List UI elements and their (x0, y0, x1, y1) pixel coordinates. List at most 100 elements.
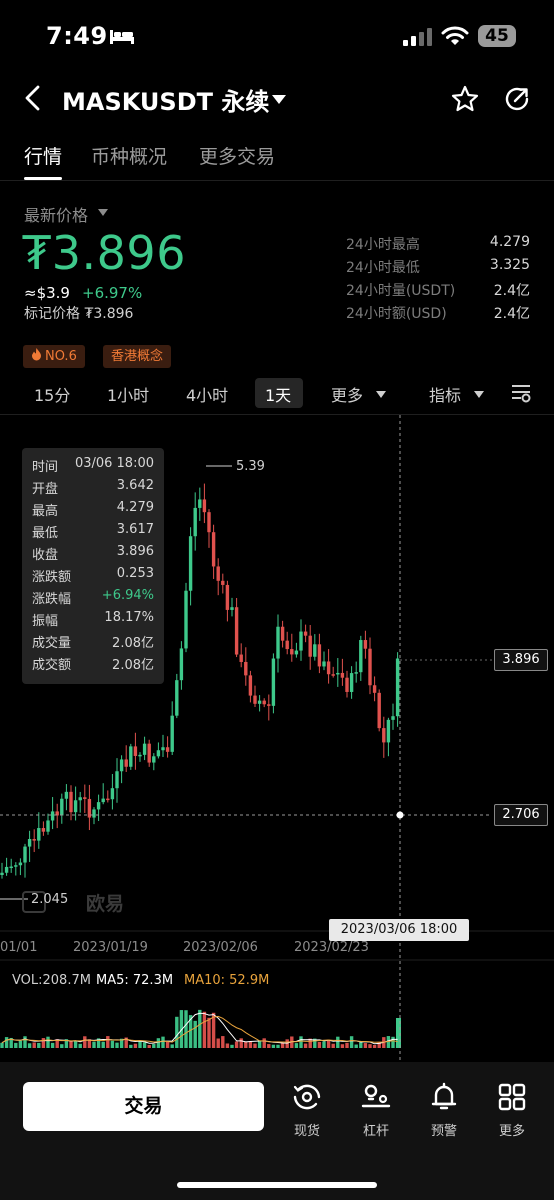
candle-body (156, 750, 161, 757)
interval-1d[interactable]: 1天 (265, 382, 291, 406)
tab-more-trading[interactable]: 更多交易 (199, 142, 275, 169)
volume-bar (78, 1043, 82, 1048)
battery-indicator: 45 (478, 25, 516, 47)
nav-more[interactable]: 更多 (486, 1082, 538, 1139)
volume-ma10: MA10: 52.9M (184, 973, 270, 988)
candle-body (221, 580, 225, 585)
volume-bar (0, 1042, 4, 1048)
usd-approx-price: ≈$3.9 (24, 284, 70, 302)
candle-body (290, 649, 294, 655)
indicator-caret-icon[interactable] (474, 391, 484, 398)
latest-price-label[interactable]: 最新价格 (24, 202, 88, 226)
volume-bar (317, 1041, 322, 1048)
volume-bar (340, 1044, 345, 1048)
volume-bar (359, 1042, 363, 1048)
volume-bar (147, 1044, 151, 1048)
volume-bar (18, 1040, 23, 1048)
volume-bar (184, 1010, 188, 1048)
volume-value: VOL:208.7M (12, 973, 91, 988)
tab-coin-overview[interactable]: 币种概况 (91, 142, 167, 169)
interval-1h[interactable]: 1小时 (107, 382, 149, 406)
tooltip-value: 3.642 (116, 478, 154, 493)
volume-bar (27, 1043, 32, 1048)
bell-icon (431, 1082, 457, 1110)
volume-bar (46, 1036, 50, 1048)
volume-bar (368, 1044, 372, 1048)
interval-4h[interactable]: 4小时 (186, 382, 228, 406)
candle-body (285, 640, 289, 650)
candle-body (216, 566, 220, 581)
candle-body (96, 802, 101, 810)
tooltip-label: 成交额 (32, 658, 72, 673)
candle-body (386, 719, 391, 743)
favorite-star-icon[interactable] (450, 84, 480, 114)
tooltip-value: 2.08亿 (112, 636, 154, 651)
candle-body (147, 743, 151, 763)
chart-low-label: 2.045 (31, 892, 69, 907)
candle-body (152, 756, 156, 763)
stat-value-24h-high: 4.279 (489, 234, 530, 250)
share-icon[interactable] (502, 84, 532, 114)
stat-value-24h-volume: 2.4亿 (493, 283, 530, 299)
pair-title[interactable]: MASKUSDT 永续 (62, 82, 269, 117)
candle-body (110, 788, 115, 800)
tab-market[interactable]: 行情 (24, 142, 62, 169)
candle-body (23, 846, 27, 863)
interval-more-caret-icon[interactable] (376, 391, 386, 398)
candle-tooltip: 时间 03/06 18:00 开盘 3.642 最高 4.279 最低 3.61… (22, 448, 164, 684)
trade-button[interactable]: 交易 (23, 1082, 264, 1131)
interval-more[interactable]: 更多 (331, 382, 363, 406)
status-time: 7:49 (46, 22, 108, 50)
price-type-caret-icon[interactable] (98, 209, 108, 216)
volume-bar (129, 1044, 133, 1048)
candle-body (299, 631, 303, 651)
tooltip-value: 18.17% (104, 610, 154, 625)
tooltip-label: 收盘 (32, 548, 59, 563)
tabs-divider (0, 180, 554, 181)
volume-bar (248, 1041, 253, 1048)
candle-body (340, 672, 345, 678)
candle-body (331, 674, 335, 676)
candle-body (317, 644, 322, 667)
candle-body (175, 680, 179, 716)
volume-bar (152, 1044, 156, 1048)
nav-alerts-label: 预警 (430, 1124, 457, 1139)
volume-bar (221, 1036, 225, 1048)
indicator-button[interactable]: 指标 (429, 382, 461, 406)
candle-body (142, 743, 147, 755)
rank-tag[interactable]: NO.6 (23, 345, 85, 368)
back-arrow-icon[interactable] (22, 84, 44, 112)
volume-bar (142, 1042, 147, 1048)
tooltip-value: 2.08亿 (112, 658, 154, 673)
candle-body (391, 716, 395, 720)
cellular-signal-icon (403, 28, 432, 46)
pair-dropdown-caret-icon[interactable] (272, 95, 286, 104)
candle-body (69, 791, 73, 813)
nav-margin[interactable]: 杠杆 (350, 1082, 402, 1139)
candle-body (363, 640, 368, 649)
volume-bar (23, 1036, 27, 1048)
concept-tag[interactable]: 香港概念 (103, 345, 172, 368)
volume-bar (349, 1036, 354, 1048)
tooltip-value: 0.253 (116, 566, 154, 581)
candle-body (276, 626, 280, 659)
candle-body (37, 828, 41, 841)
volume-bar (280, 1042, 285, 1048)
nav-spot[interactable]: 现货 (281, 1082, 333, 1139)
candle-body (133, 746, 138, 756)
candle-body (377, 692, 381, 729)
nav-alerts[interactable]: 预警 (418, 1082, 470, 1139)
volume-bar (345, 1042, 349, 1048)
candle-body (308, 635, 312, 657)
crosshair-dot (396, 811, 404, 819)
candle-body (253, 695, 257, 704)
candle-body (262, 700, 266, 705)
candle-body (119, 759, 124, 772)
chart-settings-icon[interactable] (510, 382, 532, 404)
tooltip-label: 振幅 (32, 614, 59, 629)
candle-body (64, 791, 69, 799)
tooltip-value: +6.94% (101, 588, 154, 603)
volume-bar (253, 1043, 257, 1048)
interval-15m[interactable]: 15分 (34, 382, 70, 406)
volume-bar (83, 1036, 87, 1048)
